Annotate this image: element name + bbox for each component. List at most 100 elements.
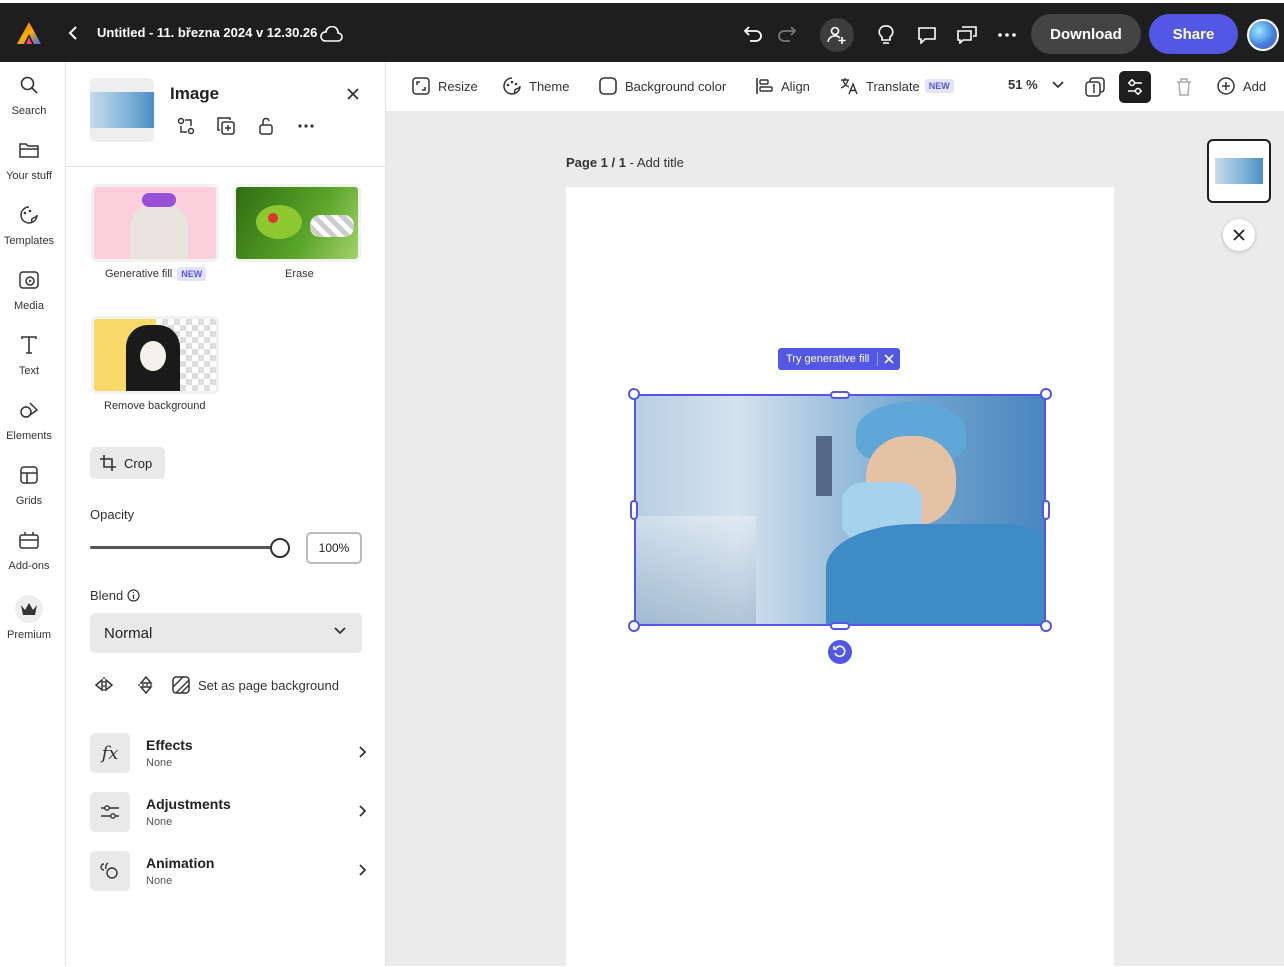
replace-icon[interactable]: [174, 114, 198, 138]
align-icon: [755, 77, 781, 95]
blend-select[interactable]: Normal: [90, 613, 362, 653]
rail-item-your-stuff[interactable]: Your stuff: [0, 141, 58, 182]
resize-handle-bottom-left[interactable]: [628, 620, 640, 632]
theme-label: Theme: [529, 78, 570, 94]
image-thumbnail: [90, 78, 154, 142]
trash-icon[interactable]: [1172, 75, 1196, 99]
resize-handle-left[interactable]: [630, 500, 638, 520]
panel-title: Image: [170, 84, 220, 103]
unlock-icon[interactable]: [254, 114, 278, 138]
crop-button[interactable]: Crop: [90, 447, 165, 479]
templates-icon: [19, 206, 39, 229]
rail-label: Media: [14, 300, 44, 312]
comment-icon[interactable]: [914, 22, 940, 48]
info-icon[interactable]: [127, 589, 140, 602]
animation-icon: [90, 851, 130, 891]
align-button[interactable]: Align: [755, 77, 810, 95]
redo-icon[interactable]: [774, 21, 800, 47]
more-options-icon[interactable]: [294, 114, 318, 138]
rail-item-text[interactable]: Text: [0, 336, 58, 377]
rail-item-templates[interactable]: Templates: [0, 206, 58, 247]
rail-label: Your stuff: [6, 170, 52, 182]
close-icon[interactable]: [344, 84, 362, 104]
opacity-slider-track[interactable]: [90, 546, 280, 549]
more-icon[interactable]: [994, 23, 1020, 47]
rail-label: Search: [11, 105, 47, 117]
try-generative-fill-pill[interactable]: Try generative fill: [778, 348, 901, 370]
remove-background-label: Remove background: [104, 400, 206, 412]
theme-icon: [503, 77, 529, 95]
chat-icon[interactable]: [954, 22, 980, 48]
rail-item-grids[interactable]: Grids: [0, 466, 58, 507]
remove-background-card[interactable]: [91, 316, 219, 394]
page-separator: -: [629, 155, 637, 170]
arrange-icon[interactable]: [1119, 71, 1151, 103]
resize-button[interactable]: Resize: [412, 77, 478, 95]
resize-handle-bottom[interactable]: [830, 622, 850, 630]
crop-label: Crop: [124, 455, 153, 471]
rail-label: Add-ons: [8, 560, 50, 572]
rail-item-search[interactable]: Search: [0, 76, 58, 117]
undo-icon[interactable]: [740, 21, 766, 47]
flip-vertical-icon[interactable]: [136, 674, 156, 696]
chevron-down-icon: [334, 627, 346, 635]
background-icon: [172, 676, 190, 694]
add-title-link[interactable]: Add title: [637, 155, 684, 170]
duplicate-icon[interactable]: [214, 114, 238, 138]
lightbulb-icon[interactable]: [874, 22, 898, 48]
set-bg-label: Set as page background: [198, 677, 339, 693]
surgeon-image[interactable]: [634, 394, 1046, 626]
rail-item-elements[interactable]: Elements: [0, 401, 58, 442]
cloud-icon[interactable]: [318, 23, 344, 45]
generative-fill-label: Generative fill NEW: [105, 267, 207, 281]
new-badge: NEW: [924, 79, 954, 93]
adobe-logo-icon[interactable]: [16, 21, 42, 45]
zoom-select[interactable]: 51 %: [1008, 77, 1072, 92]
opacity-field[interactable]: 100%: [306, 532, 362, 564]
download-button[interactable]: Download: [1031, 14, 1141, 54]
adjustments-row[interactable]: Adjustments None: [90, 792, 367, 836]
rail-label: Premium: [6, 629, 51, 641]
invite-user-icon[interactable]: [820, 18, 854, 52]
background-color-button[interactable]: Background color: [599, 77, 726, 95]
rail-item-media[interactable]: Media: [0, 271, 58, 312]
avatar[interactable]: [1247, 19, 1279, 51]
translate-icon: [840, 77, 866, 95]
resize-handle-bottom-right[interactable]: [1040, 620, 1052, 632]
resize-handle-right[interactable]: [1042, 500, 1050, 520]
try-fill-label: Try generative fill: [786, 353, 870, 365]
effects-row[interactable]: fx Effects None: [90, 733, 367, 777]
resize-handle-top-right[interactable]: [1040, 388, 1052, 400]
rail-item-premium[interactable]: Premium: [0, 595, 58, 641]
resize-handle-top[interactable]: [830, 391, 850, 399]
translate-button[interactable]: Translate NEW: [840, 77, 954, 95]
text-icon: [20, 336, 38, 359]
opacity-slider-handle[interactable]: [270, 538, 290, 558]
theme-button[interactable]: Theme: [503, 77, 569, 95]
premium-icon: [15, 595, 43, 623]
rail-label: Elements: [6, 430, 52, 442]
set-page-background-button[interactable]: Set as page background: [172, 676, 339, 694]
erase-card[interactable]: [233, 184, 361, 262]
elements-icon: [19, 401, 39, 424]
back-chevron-icon[interactable]: [64, 23, 82, 43]
animation-row[interactable]: Animation None: [90, 851, 367, 895]
grids-icon: [20, 466, 38, 489]
flip-horizontal-icon[interactable]: [94, 674, 114, 696]
rotate-icon[interactable]: [828, 640, 852, 664]
page-thumbnail[interactable]: [1207, 139, 1271, 203]
rail-item-add-ons[interactable]: Add-ons: [0, 531, 58, 572]
align-label: Align: [781, 78, 810, 94]
close-icon[interactable]: [878, 354, 900, 364]
share-button[interactable]: Share: [1149, 14, 1238, 54]
resize-handle-top-left[interactable]: [628, 388, 640, 400]
generative-fill-card[interactable]: [91, 184, 219, 262]
close-pages-icon[interactable]: [1223, 219, 1255, 251]
search-icon: [20, 76, 38, 99]
layers-icon[interactable]: [1083, 75, 1107, 99]
add-button[interactable]: Add: [1217, 77, 1266, 95]
top-bar: Untitled - 11. března 2024 v 12.30.26 Do…: [0, 0, 1284, 62]
chevron-right-icon: [358, 745, 367, 763]
document-title[interactable]: Untitled - 11. března 2024 v 12.30.26: [97, 25, 317, 40]
new-badge: NEW: [177, 267, 207, 281]
